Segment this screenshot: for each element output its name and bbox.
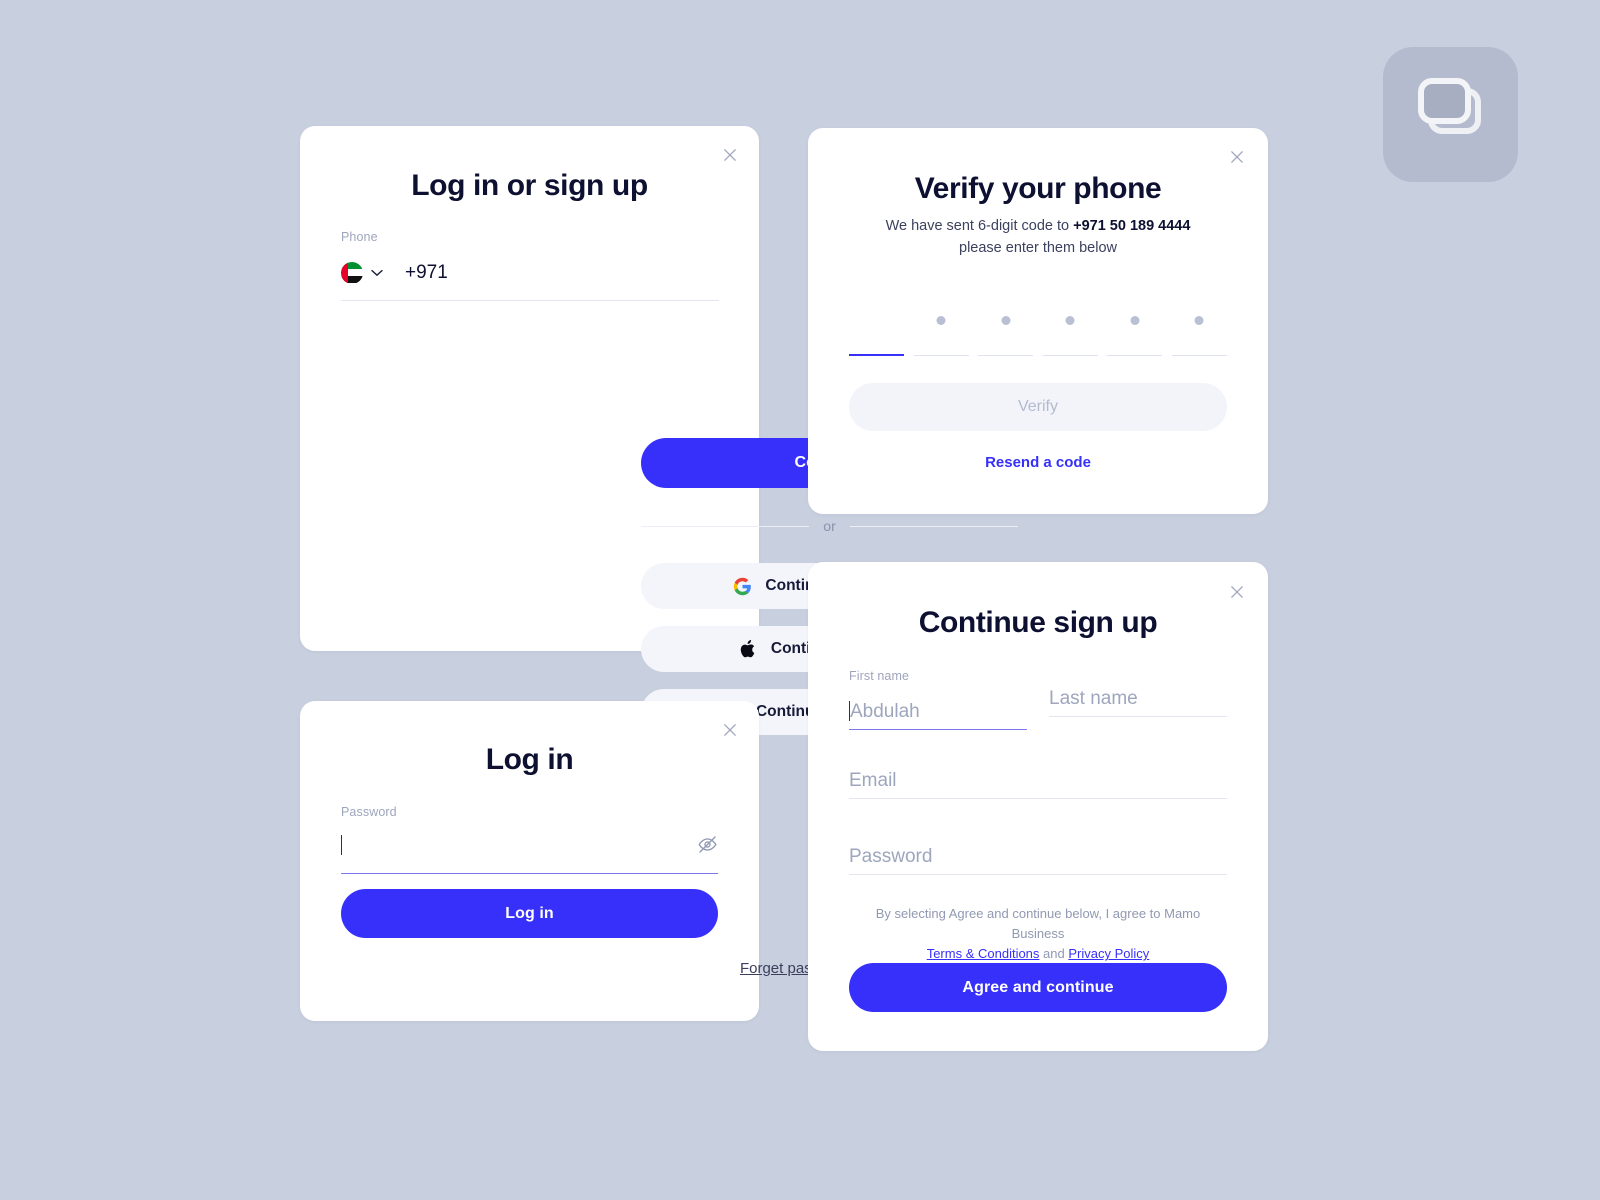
resend-code-link[interactable]: Resend a code bbox=[985, 454, 1091, 471]
login-signup-card: Log in or sign up Phone +971 Continue or bbox=[300, 126, 1019, 735]
password-field-label: Password bbox=[341, 805, 397, 819]
otp-cell-5[interactable] bbox=[1107, 306, 1163, 356]
verify-subtitle-phone: +971 50 189 4444 bbox=[1073, 218, 1191, 234]
chevron-down-icon[interactable] bbox=[371, 269, 383, 277]
otp-cell-2[interactable] bbox=[913, 306, 969, 356]
screen: Log in or sign up Phone +971 Continue or bbox=[0, 0, 1600, 1200]
login-button[interactable]: Log in bbox=[341, 889, 718, 938]
signup-password-placeholder: Password bbox=[849, 846, 933, 867]
terms-lead: By selecting Agree and continue below, I… bbox=[875, 906, 1201, 942]
or-divider: or bbox=[641, 518, 1019, 534]
email-underline bbox=[849, 798, 1227, 799]
otp-cell-6[interactable] bbox=[1171, 306, 1227, 356]
eye-off-icon[interactable] bbox=[697, 834, 718, 855]
google-icon bbox=[733, 577, 752, 596]
first-name-field[interactable]: First name Abdulah bbox=[849, 670, 1027, 730]
privacy-policy-link[interactable]: Privacy Policy bbox=[1068, 946, 1149, 961]
close-icon[interactable] bbox=[719, 719, 741, 741]
uae-flag-icon bbox=[341, 261, 363, 284]
apple-icon bbox=[739, 640, 758, 659]
otp-cell-4[interactable] bbox=[1042, 306, 1098, 356]
last-name-field[interactable]: Last name bbox=[1049, 670, 1227, 730]
otp-cell-3[interactable] bbox=[978, 306, 1034, 356]
terms-conjunction: and bbox=[1043, 946, 1065, 962]
email-field[interactable]: Email bbox=[849, 762, 1227, 799]
signup-password-field[interactable]: Password bbox=[849, 838, 1227, 875]
phone-field[interactable]: Phone +971 bbox=[341, 231, 719, 301]
duplicate-windows-icon bbox=[1413, 77, 1489, 152]
close-icon[interactable] bbox=[719, 144, 741, 166]
email-placeholder: Email bbox=[849, 770, 897, 791]
page-title: Log in bbox=[485, 743, 574, 776]
first-name-underline bbox=[849, 728, 1027, 730]
page-title: Log in or sign up bbox=[411, 169, 648, 202]
duplicate-windows-badge[interactable] bbox=[1383, 47, 1518, 182]
phone-field-underline bbox=[341, 299, 719, 301]
text-caret bbox=[341, 834, 342, 855]
last-name-placeholder: Last name bbox=[1049, 688, 1138, 709]
signup-password-underline bbox=[849, 874, 1227, 875]
divider-rule-left bbox=[641, 525, 810, 527]
verify-subtitle: We have sent 6-digit code to +971 50 189… bbox=[866, 216, 1210, 260]
password-field[interactable]: Password bbox=[341, 806, 718, 874]
terms-and-conditions-link[interactable]: Terms & Conditions bbox=[927, 946, 1040, 961]
verify-subtitle-prefix: We have sent 6-digit code to bbox=[885, 218, 1074, 234]
phone-country-code: +971 bbox=[405, 261, 448, 283]
divider-label: or bbox=[823, 518, 836, 534]
page-title: Continue sign up bbox=[918, 606, 1158, 639]
last-name-underline bbox=[1049, 716, 1227, 717]
password-field-underline bbox=[341, 872, 718, 874]
name-fields-row: First name Abdulah Last name bbox=[849, 670, 1227, 730]
forget-password-link-wrap: Forget password? bbox=[0, 960, 1600, 978]
phone-field-label: Phone bbox=[341, 230, 378, 244]
first-name-label: First name bbox=[849, 669, 910, 683]
divider-rule-right bbox=[849, 525, 1019, 527]
close-icon[interactable] bbox=[1226, 581, 1248, 603]
resend-code-link-wrap: Resend a code bbox=[808, 454, 1268, 472]
otp-input-group[interactable] bbox=[849, 306, 1227, 356]
terms-agreement-text: By selecting Agree and continue below, I… bbox=[849, 904, 1227, 964]
close-icon[interactable] bbox=[1226, 146, 1248, 168]
otp-cell-1[interactable] bbox=[849, 306, 904, 356]
page-title: Verify your phone bbox=[914, 172, 1162, 205]
verify-button[interactable]: Verify bbox=[849, 383, 1227, 431]
verify-subtitle-suffix: please enter them below bbox=[959, 239, 1117, 256]
agree-and-continue-button[interactable]: Agree and continue bbox=[849, 963, 1227, 1012]
first-name-placeholder: Abdulah bbox=[850, 700, 920, 722]
